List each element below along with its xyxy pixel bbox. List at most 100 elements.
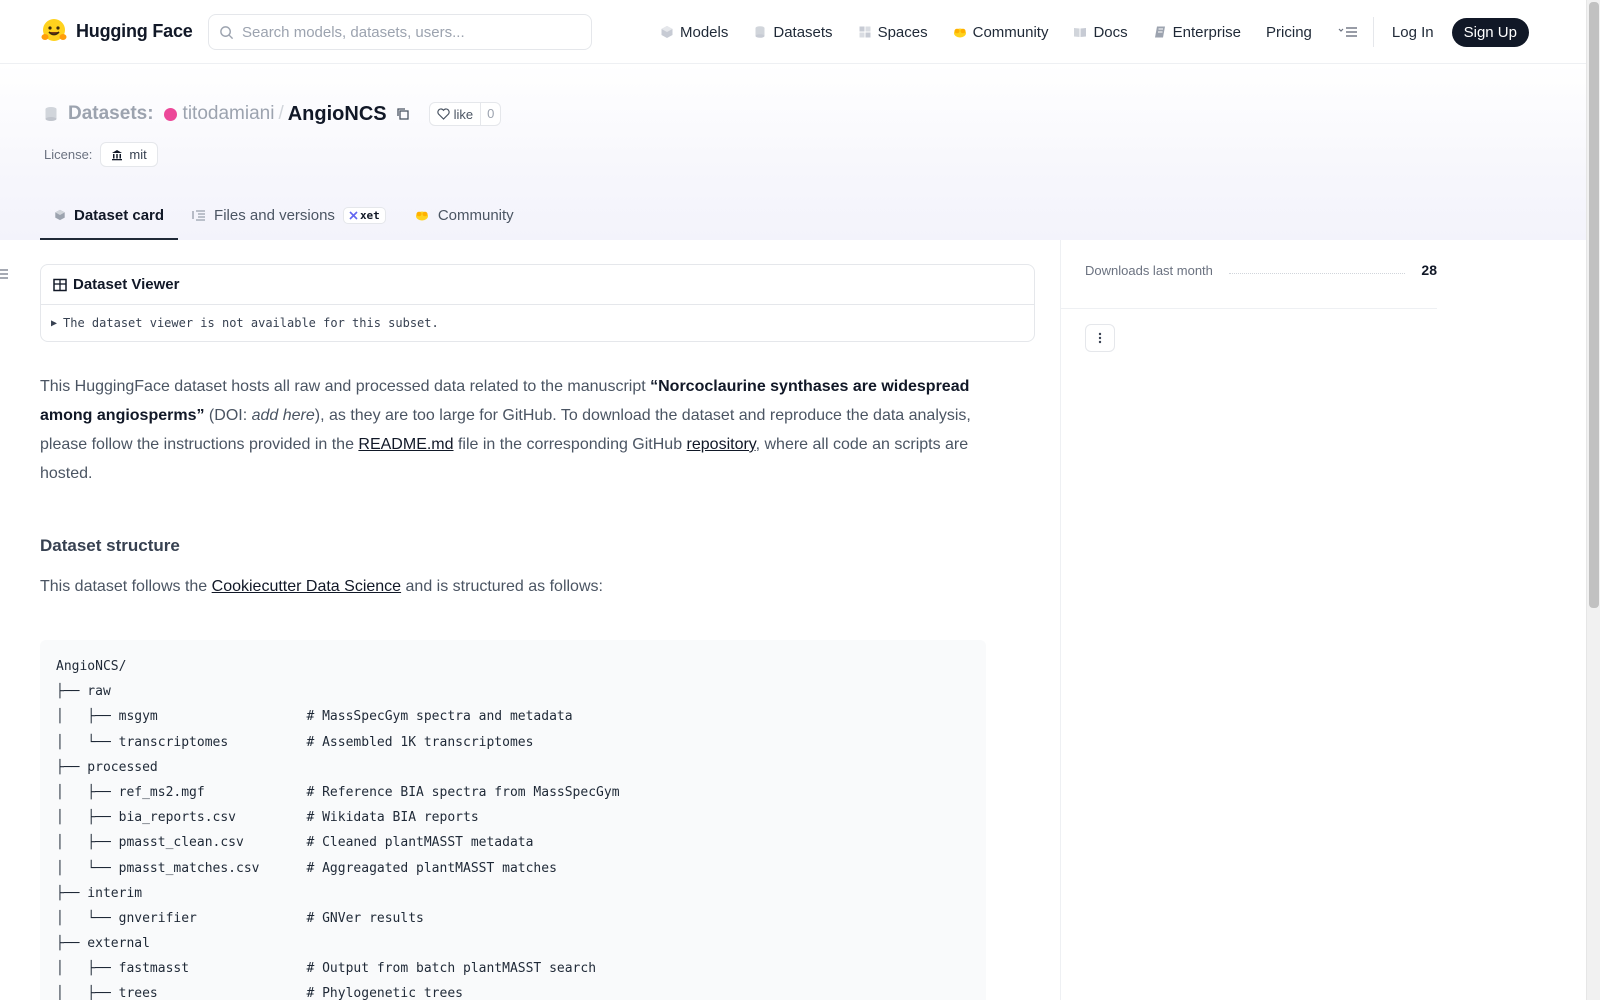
scrollbar-thumb[interactable] xyxy=(1589,2,1599,608)
structure-code-block[interactable]: AngioNCS/ ├── raw │ ├── msgym # MassSpec… xyxy=(40,640,986,1000)
code-line: │ └── pmasst_matches.csv # Aggreagated p… xyxy=(56,860,557,876)
readme-link[interactable]: README.md xyxy=(358,436,453,453)
nav-spaces-label: Spaces xyxy=(877,23,928,41)
repo-tabs: Dataset card Files and versions xet Comm… xyxy=(40,192,528,240)
intro-text-2: (DOI: xyxy=(204,407,252,424)
nav-docs-label: Docs xyxy=(1093,23,1128,41)
like-button[interactable]: like 0 xyxy=(428,102,502,126)
dataset-viewer-details[interactable]: ▶ The dataset viewer is not available fo… xyxy=(41,305,1034,341)
code-line: │ ├── trees # Phylogenetic trees xyxy=(56,986,463,1000)
code-line: ├── external xyxy=(56,936,150,952)
top-navbar: Hugging Face Models Datasets Spaces Comm… xyxy=(0,0,1586,64)
like-left: like xyxy=(430,107,481,122)
dataset-viewer-header: Dataset Viewer xyxy=(41,265,1034,305)
xet-badge: xet xyxy=(342,206,386,224)
tab-dataset-card-label: Dataset card xyxy=(74,206,165,224)
search-icon xyxy=(220,25,234,39)
book-icon xyxy=(1074,28,1087,37)
license-value: mit xyxy=(129,147,147,162)
database-icon xyxy=(45,107,57,121)
more-options-button[interactable] xyxy=(1085,324,1115,352)
structure-paragraph: This dataset follows the Cookiecutter Da… xyxy=(40,578,603,596)
files-list-icon xyxy=(192,210,206,221)
expand-triangle-icon: ▶ xyxy=(51,317,58,329)
structure-text-1: This dataset follows the xyxy=(40,578,212,595)
tab-files-and-versions[interactable]: Files and versions xet xyxy=(178,192,400,238)
nav-community[interactable]: Community xyxy=(953,23,1049,41)
nav-links: Models Datasets Spaces Community Docs En… xyxy=(660,0,1529,64)
code-line: ├── raw xyxy=(56,684,111,700)
sidebar-toggle-icon[interactable] xyxy=(0,268,10,280)
intro-text-4: file in the corresponding GitHub xyxy=(453,436,687,453)
structure-heading: Dataset structure xyxy=(40,536,180,555)
nav-docs[interactable]: Docs xyxy=(1073,23,1128,41)
license-label: License: xyxy=(44,147,93,162)
signup-button[interactable]: Sign Up xyxy=(1451,17,1529,47)
search-box[interactable] xyxy=(208,14,592,50)
nav-models[interactable]: Models xyxy=(660,24,728,41)
nav-enterprise[interactable]: Enterprise xyxy=(1153,24,1241,41)
search-input[interactable] xyxy=(242,23,572,41)
nav-pricing[interactable]: Pricing xyxy=(1266,24,1312,41)
nav-enterprise-label[interactable]: Enterprise xyxy=(1173,24,1241,41)
heart-icon xyxy=(436,108,450,120)
dotted-leader xyxy=(1228,272,1406,274)
downloads-value: 28 xyxy=(1421,262,1437,278)
code-line: │ └── gnverifier # GNVer results xyxy=(56,910,424,926)
code-line: │ ├── pmasst_clean.csv # Cleaned plantMA… xyxy=(56,835,534,851)
doi-placeholder: add here xyxy=(251,407,315,424)
code-line: │ ├── msgym # MassSpecGym spectra and me… xyxy=(56,709,573,725)
nav-pricing-label: Pricing xyxy=(1266,23,1312,41)
nav-spaces[interactable]: Spaces xyxy=(858,24,928,41)
owner-avatar[interactable] xyxy=(163,107,177,121)
database-icon xyxy=(755,26,765,38)
hugging-face-logo-icon xyxy=(41,19,67,41)
right-sidebar: Downloads last month 28 xyxy=(1060,240,1586,1000)
like-label: like xyxy=(453,106,474,122)
cube-icon xyxy=(661,26,673,38)
like-count: 0 xyxy=(480,103,500,125)
code-line: AngioNCS/ xyxy=(56,659,127,674)
brand[interactable]: Hugging Face xyxy=(40,17,193,45)
page-scrollbar[interactable] xyxy=(1586,0,1600,1000)
nav-datasets[interactable]: Datasets xyxy=(753,23,833,41)
nav-models-label: Models xyxy=(680,23,729,41)
xet-badge-label: xet xyxy=(359,208,380,222)
xet-icon xyxy=(349,210,358,220)
bank-icon xyxy=(112,149,123,160)
brand-name: Hugging Face xyxy=(76,20,193,41)
code-line: │ ├── bia_reports.csv # Wikidata BIA rep… xyxy=(56,810,479,826)
nav-datasets-label: Datasets xyxy=(773,23,833,41)
dataset-viewer-message: The dataset viewer is not available for … xyxy=(63,316,439,330)
downloads-stat: Downloads last month 28 xyxy=(1085,262,1437,278)
repo-title-row: Datasets: titodamiani / AngioNCS like 0 xyxy=(44,102,502,126)
login-link[interactable]: Log In xyxy=(1392,24,1434,41)
tab-dataset-card[interactable]: Dataset card xyxy=(40,192,179,240)
code-line: │ └── transcriptomes # Assembled 1K tran… xyxy=(56,734,534,750)
intro-paragraph: This HuggingFace dataset hosts all raw a… xyxy=(40,372,980,488)
tab-community[interactable]: Community xyxy=(400,192,528,238)
more-menu-icon[interactable] xyxy=(1337,22,1359,42)
owner-link[interactable]: titodamiani xyxy=(183,103,275,125)
structure-text-2: and is structured as follows: xyxy=(401,578,603,595)
license-tag[interactable]: mit xyxy=(100,142,158,167)
path-separator: / xyxy=(278,103,284,124)
repo-header: Datasets: titodamiani / AngioNCS like 0 … xyxy=(0,64,1586,240)
repository-link[interactable]: repository xyxy=(687,436,756,453)
copy-icon[interactable] xyxy=(395,106,411,122)
nav-community-label: Community xyxy=(972,23,1049,41)
cookiecutter-link[interactable]: Cookiecutter Data Science xyxy=(212,578,401,595)
section-label[interactable]: Datasets: xyxy=(68,103,154,125)
dataset-card-main: Dataset Viewer ▶ The dataset viewer is n… xyxy=(40,240,1060,1000)
intro-text-1: This HuggingFace dataset hosts all raw a… xyxy=(40,378,651,395)
nav-divider xyxy=(1372,17,1374,47)
repo-name[interactable]: AngioNCS xyxy=(288,103,387,126)
code-line: ├── interim xyxy=(56,885,143,901)
code-line: │ ├── fastmasst # Output from batch plan… xyxy=(56,961,597,977)
tab-files-label: Files and versions xyxy=(214,206,335,224)
dataset-viewer: Dataset Viewer ▶ The dataset viewer is n… xyxy=(40,264,1035,342)
spaces-grid-icon xyxy=(859,26,871,38)
hugging-hands-icon xyxy=(415,211,428,221)
code-line: │ ├── ref_ms2.mgf # Reference BIA spectr… xyxy=(56,784,620,800)
dataset-viewer-title: Dataset Viewer xyxy=(73,276,180,293)
